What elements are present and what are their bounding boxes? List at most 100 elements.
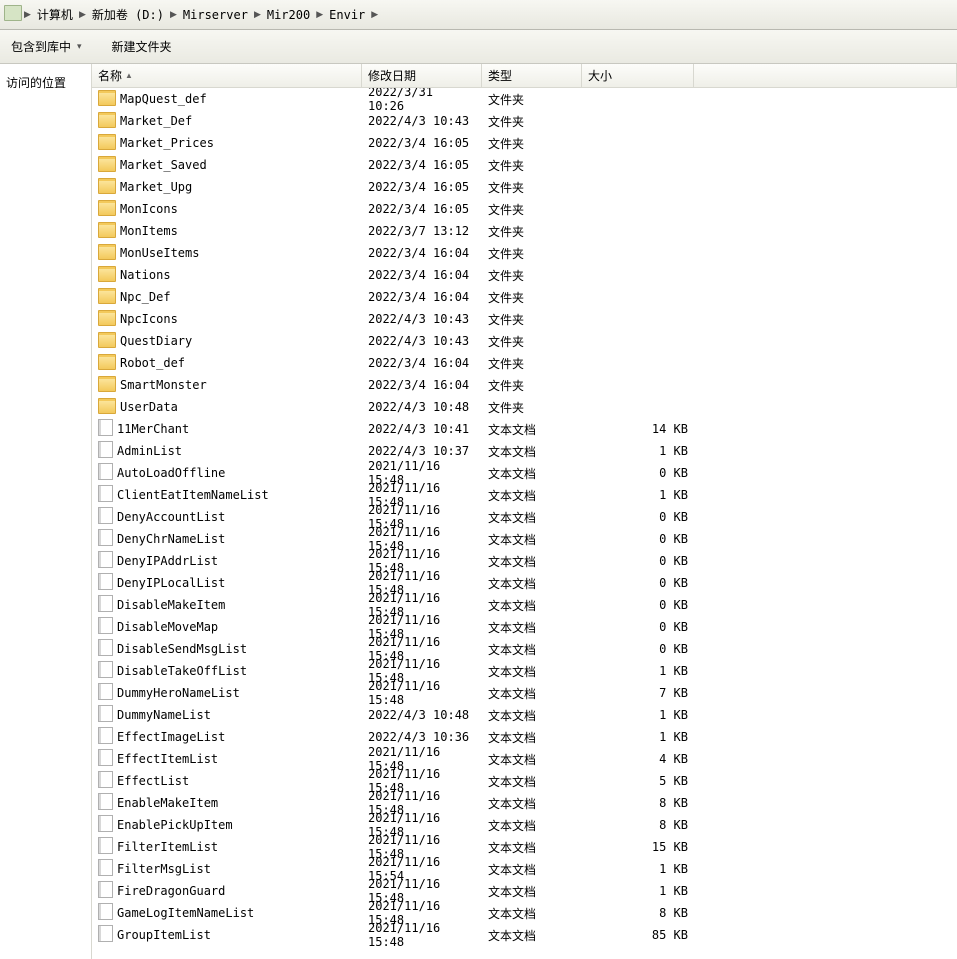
table-row[interactable]: DummyNameList2022/4/3 10:48文本文档1 KB (92, 704, 957, 726)
file-icon (98, 529, 113, 549)
table-row[interactable]: Market_Def2022/4/3 10:43文件夹 (92, 110, 957, 132)
cell-name: Nations (92, 266, 362, 285)
file-name: DummyNameList (117, 708, 211, 722)
table-row[interactable]: AutoLoadOffline2021/11/16 15:48文本文档0 KB (92, 462, 957, 484)
table-row[interactable]: EnablePickUpItem2021/11/16 15:48文本文档8 KB (92, 814, 957, 836)
cell-size: 7 KB (582, 686, 694, 700)
cell-date: 2022/3/4 16:04 (362, 356, 482, 370)
table-row[interactable]: DisableSendMsgList2021/11/16 15:48文本文档0 … (92, 638, 957, 660)
table-row[interactable]: DenyAccountList2021/11/16 15:48文本文档0 KB (92, 506, 957, 528)
cell-type: 文本文档 (482, 641, 582, 658)
file-name: FilterMsgList (117, 862, 211, 876)
file-icon (98, 551, 113, 571)
content-area: 访问的位置 名称 ▲ 修改日期 类型 大小 MapQuest_def2022/3… (0, 64, 957, 959)
table-row[interactable]: FilterMsgList2021/11/16 15:54文本文档1 KB (92, 858, 957, 880)
cell-name: DisableTakeOffList (92, 661, 362, 681)
table-row[interactable]: Robot_def2022/3/4 16:04文件夹 (92, 352, 957, 374)
file-icon (98, 485, 113, 505)
table-row[interactable]: DenyChrNameList2021/11/16 15:48文本文档0 KB (92, 528, 957, 550)
breadcrumb-seg[interactable]: Envir (325, 6, 369, 24)
file-icon (98, 463, 113, 483)
chevron-right-icon[interactable]: ▶ (22, 9, 33, 20)
table-row[interactable]: Nations2022/3/4 16:04文件夹 (92, 264, 957, 286)
table-row[interactable]: EffectList2021/11/16 15:48文本文档5 KB (92, 770, 957, 792)
cell-date: 2022/4/3 10:41 (362, 422, 482, 436)
file-name: FilterItemList (117, 840, 218, 854)
table-row[interactable]: DisableTakeOffList2021/11/16 15:48文本文档1 … (92, 660, 957, 682)
cell-name: FilterItemList (92, 837, 362, 857)
cell-type: 文件夹 (482, 91, 582, 108)
file-icon (98, 639, 113, 659)
column-date[interactable]: 修改日期 (362, 64, 482, 87)
table-row[interactable]: DenyIPLocalList2021/11/16 15:48文本文档0 KB (92, 572, 957, 594)
table-row[interactable]: UserData2022/4/3 10:48文件夹 (92, 396, 957, 418)
cell-size: 1 KB (582, 708, 694, 722)
table-row[interactable]: Market_Saved2022/3/4 16:05文件夹 (92, 154, 957, 176)
file-list-pane: 名称 ▲ 修改日期 类型 大小 MapQuest_def2022/3/31 10… (92, 64, 957, 959)
table-row[interactable]: DisableMoveMap2021/11/16 15:48文本文档0 KB (92, 616, 957, 638)
column-name-label: 名称 (98, 67, 122, 84)
breadcrumb-seg[interactable]: 新加卷 (D:) (88, 4, 168, 25)
table-row[interactable]: EffectItemList2021/11/16 15:48文本文档4 KB (92, 748, 957, 770)
table-row[interactable]: FilterItemList2021/11/16 15:48文本文档15 KB (92, 836, 957, 858)
cell-date: 2022/3/4 16:04 (362, 290, 482, 304)
cell-date: 2022/4/3 10:48 (362, 400, 482, 414)
table-row[interactable]: ClientEatItemNameList2021/11/16 15:48文本文… (92, 484, 957, 506)
cell-type: 文本文档 (482, 619, 582, 636)
sidebar-item-locations[interactable]: 访问的位置 (4, 70, 87, 95)
breadcrumb-seg[interactable]: 计算机 (33, 4, 77, 25)
file-name: DenyIPAddrList (117, 554, 218, 568)
cell-size: 1 KB (582, 884, 694, 898)
table-row[interactable]: Market_Upg2022/3/4 16:05文件夹 (92, 176, 957, 198)
table-row[interactable]: MonItems2022/3/7 13:12文件夹 (92, 220, 957, 242)
file-name: MapQuest_def (120, 92, 207, 106)
table-row[interactable]: FireDragonGuard2021/11/16 15:48文本文档1 KB (92, 880, 957, 902)
file-name: Robot_def (120, 356, 185, 370)
column-type[interactable]: 类型 (482, 64, 582, 87)
breadcrumb-seg[interactable]: Mir200 (263, 6, 314, 24)
table-row[interactable]: DisableMakeItem2021/11/16 15:48文本文档0 KB (92, 594, 957, 616)
table-row[interactable]: Npc_Def2022/3/4 16:04文件夹 (92, 286, 957, 308)
table-row[interactable]: MonIcons2022/3/4 16:05文件夹 (92, 198, 957, 220)
file-name: ClientEatItemNameList (117, 488, 269, 502)
cell-name: DisableMoveMap (92, 617, 362, 637)
chevron-right-icon[interactable]: ▶ (252, 9, 263, 20)
table-row[interactable]: QuestDiary2022/4/3 10:43文件夹 (92, 330, 957, 352)
sort-asc-icon: ▲ (125, 71, 133, 80)
table-row[interactable]: 11MerChant2022/4/3 10:41文本文档14 KB (92, 418, 957, 440)
cell-size: 8 KB (582, 906, 694, 920)
file-icon (98, 749, 113, 769)
cell-type: 文本文档 (482, 685, 582, 702)
table-row[interactable]: SmartMonster2022/3/4 16:04文件夹 (92, 374, 957, 396)
table-row[interactable]: AdminList2022/4/3 10:37文本文档1 KB (92, 440, 957, 462)
table-row[interactable]: NpcIcons2022/4/3 10:43文件夹 (92, 308, 957, 330)
table-row[interactable]: GameLogItemNameList2021/11/16 15:48文本文档8… (92, 902, 957, 924)
breadcrumb-seg[interactable]: Mirserver (179, 6, 252, 24)
chevron-right-icon[interactable]: ▶ (369, 9, 380, 20)
table-row[interactable]: EffectImageList2022/4/3 10:36文本文档1 KB (92, 726, 957, 748)
table-row[interactable]: EnableMakeItem2021/11/16 15:48文本文档8 KB (92, 792, 957, 814)
table-row[interactable]: Market_Prices2022/3/4 16:05文件夹 (92, 132, 957, 154)
table-row[interactable]: MapQuest_def2022/3/31 10:26文件夹 (92, 88, 957, 110)
include-in-library-button[interactable]: 包含到库中 ▾ (3, 34, 92, 59)
column-size[interactable]: 大小 (582, 64, 694, 87)
chevron-right-icon[interactable]: ▶ (77, 9, 88, 20)
file-name: Market_Def (120, 114, 192, 128)
cell-size: 85 KB (582, 928, 694, 942)
chevron-right-icon[interactable]: ▶ (314, 9, 325, 20)
cell-type: 文本文档 (482, 773, 582, 790)
cell-date: 2022/4/3 10:43 (362, 334, 482, 348)
new-folder-button[interactable]: 新建文件夹 (104, 34, 180, 59)
cell-name: DenyAccountList (92, 507, 362, 527)
file-name: DisableTakeOffList (117, 664, 247, 678)
table-row[interactable]: MonUseItems2022/3/4 16:04文件夹 (92, 242, 957, 264)
column-name[interactable]: 名称 ▲ (92, 64, 362, 87)
chevron-right-icon[interactable]: ▶ (168, 9, 179, 20)
address-bar[interactable]: ▶ 计算机 ▶ 新加卷 (D:) ▶ Mirserver ▶ Mir200 ▶ … (0, 0, 957, 30)
file-icon (98, 507, 113, 527)
cell-size: 0 KB (582, 620, 694, 634)
cell-size: 1 KB (582, 488, 694, 502)
table-row[interactable]: DummyHeroNameList2021/11/16 15:48文本文档7 K… (92, 682, 957, 704)
table-row[interactable]: DenyIPAddrList2021/11/16 15:48文本文档0 KB (92, 550, 957, 572)
table-row[interactable]: GroupItemList2021/11/16 15:48文本文档85 KB (92, 924, 957, 946)
